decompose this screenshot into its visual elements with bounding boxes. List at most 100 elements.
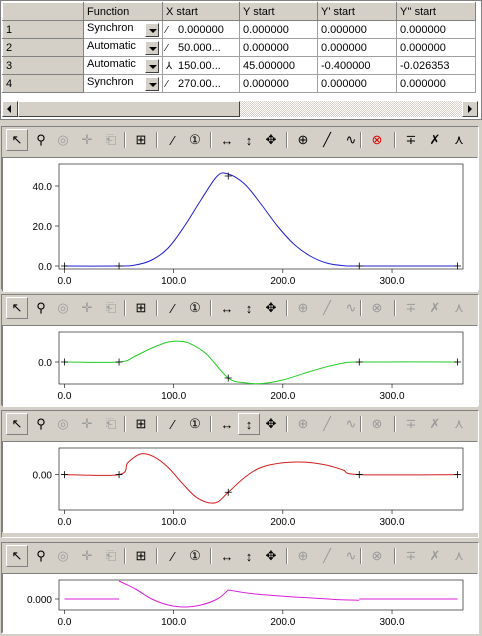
table-row[interactable]: 4 Synchron ⁄ 270.00... 0.000000 0.000000 0.000… (2, 74, 476, 93)
copy-icon[interactable]: ⎗ (100, 297, 122, 319)
line-icon[interactable]: ╱ (316, 129, 338, 151)
curve-point-marker[interactable] (115, 358, 123, 366)
pointer-icon[interactable]: ↖ (6, 129, 28, 151)
acceleration-plot[interactable]: 0.00 0.0 100.0 200.0 300.0 (2, 441, 478, 533)
curve-icon[interactable]: ∿ (340, 413, 362, 435)
zoom-y-icon[interactable]: ↕ (238, 129, 260, 151)
position-curve[interactable] (64, 172, 458, 267)
row-number[interactable]: 2 (2, 38, 84, 57)
y1-start-cell[interactable]: -0.400000 (317, 56, 397, 75)
zoom-out-icon[interactable]: ◎ (52, 413, 74, 435)
delete-icon[interactable]: ⊗ (366, 545, 388, 567)
delete-icon[interactable]: ⊗ (366, 413, 388, 435)
table-row[interactable]: 1 Synchron ⁄ 0.000000 0.000000 0.000000 0.0000… (2, 20, 476, 39)
zoom-out-icon[interactable]: ◎ (52, 129, 74, 151)
zoom-icon[interactable]: ⚲ (30, 545, 52, 567)
position-chart[interactable]: 0.0 20.0 40.0 0.0 100.0 200.0 300.0 (3, 158, 477, 291)
cut-icon[interactable]: ✗ (424, 413, 446, 435)
velocity-plot[interactable]: 0.0 0.0 100.0 200.0 300.0 (2, 325, 478, 407)
add-point-icon[interactable]: ⊕ (292, 129, 314, 151)
delete-icon[interactable]: ⊗ (366, 297, 388, 319)
add-point-icon[interactable]: ⊕ (292, 413, 314, 435)
y-start-cell[interactable]: 0.000000 (239, 74, 318, 93)
point-number-icon[interactable]: ① (184, 129, 206, 151)
delete-icon[interactable]: ⊗ (366, 129, 388, 151)
zoom-x-icon[interactable]: ↔ (216, 545, 238, 567)
zoom-y-icon[interactable]: ↕ (238, 413, 260, 435)
row-number[interactable]: 3 (2, 56, 84, 75)
pointer-icon[interactable]: ↖ (6, 297, 28, 319)
jerk-plot[interactable]: 0.000 0.0 100.0 200.0 300.0 (2, 573, 478, 633)
copy-icon[interactable]: ⎗ (100, 413, 122, 435)
jerk-curve[interactable] (228, 589, 360, 601)
function-cell[interactable]: Automatic (83, 56, 163, 75)
y2-start-cell[interactable]: 0.000000 (396, 74, 476, 93)
zoom-xy-icon[interactable]: ✥ (260, 129, 282, 151)
function-cell[interactable]: Synchron (83, 74, 163, 93)
curve-point-marker[interactable] (355, 471, 363, 479)
row-number[interactable]: 4 (2, 74, 84, 93)
line-icon[interactable]: ╱ (316, 413, 338, 435)
zoom-icon[interactable]: ⚲ (30, 413, 52, 435)
zoom-icon[interactable]: ⚲ (30, 297, 52, 319)
curve-point-marker[interactable] (355, 262, 363, 270)
y2-start-cell[interactable]: 0.000000 (396, 20, 476, 39)
cut-icon[interactable]: ✗ (424, 545, 446, 567)
curve-point-marker[interactable] (60, 471, 68, 479)
zoom-x-icon[interactable]: ↔ (216, 129, 238, 151)
tangent-icon[interactable]: ∕ (162, 297, 184, 319)
y2-start-cell[interactable]: 0.000000 (396, 38, 476, 57)
grid-icon[interactable]: ⊞ (130, 413, 152, 435)
function-cell[interactable]: Synchron (83, 20, 163, 39)
zoom-out-icon[interactable]: ◎ (52, 297, 74, 319)
y1-start-cell[interactable]: 0.000000 (317, 38, 397, 57)
zoom-x-icon[interactable]: ↔ (216, 297, 238, 319)
grid-icon[interactable]: ⊞ (130, 129, 152, 151)
pointer-icon[interactable]: ↖ (6, 545, 28, 567)
split-icon[interactable]: ∓ (400, 297, 422, 319)
add-point-icon[interactable]: ⊕ (292, 545, 314, 567)
y-start-cell[interactable]: 0.000000 (239, 20, 318, 39)
curve-icon[interactable]: ∿ (340, 545, 362, 567)
table-row[interactable]: 3 Automatic ⅄ 150.00... 45.000000 -0.400000 -0… (2, 56, 476, 75)
col-header-y1-start[interactable]: Y' start (317, 2, 397, 21)
y-start-cell[interactable]: 0.000000 (239, 38, 318, 57)
add-point-icon[interactable]: ⊕ (292, 297, 314, 319)
tangent-icon[interactable]: ∕ (162, 129, 184, 151)
grid-icon[interactable]: ⊞ (130, 545, 152, 567)
cut-icon[interactable]: ✗ (424, 129, 446, 151)
table-row[interactable]: 2 Automatic ⁄ 50.000... 0.000000 0.000000 0.00… (2, 38, 476, 57)
y1-start-cell[interactable]: 0.000000 (317, 74, 397, 93)
row-number[interactable]: 1 (2, 20, 84, 39)
curve-point-marker[interactable] (115, 262, 123, 270)
x-start-cell[interactable]: ⁄ 50.000... (162, 38, 240, 57)
curve-point-marker[interactable] (355, 358, 363, 366)
y-start-cell[interactable]: 45.000000 (239, 56, 318, 75)
curve-icon[interactable]: ∿ (340, 297, 362, 319)
pan-icon[interactable]: ✛ (76, 297, 98, 319)
split-icon[interactable]: ∓ (400, 129, 422, 151)
acceleration-curve[interactable] (64, 453, 458, 504)
function-dropdown-button[interactable] (145, 77, 159, 91)
point-number-icon[interactable]: ① (184, 297, 206, 319)
curve-point-marker[interactable] (454, 358, 462, 366)
cut-icon[interactable]: ✗ (424, 297, 446, 319)
pointer-icon[interactable]: ↖ (6, 413, 28, 435)
copy-icon[interactable]: ⎗ (100, 545, 122, 567)
function-cell[interactable]: Automatic (83, 38, 163, 57)
tangent-icon[interactable]: ∕ (162, 413, 184, 435)
function-dropdown-button[interactable] (145, 41, 159, 55)
zoom-y-icon[interactable]: ↕ (238, 297, 260, 319)
curve-point-marker[interactable] (454, 262, 462, 270)
zoom-y-icon[interactable]: ↕ (238, 545, 260, 567)
fork-icon[interactable]: ⋏ (448, 413, 470, 435)
curve-point-marker[interactable] (60, 358, 68, 366)
line-icon[interactable]: ╱ (316, 297, 338, 319)
curve-icon[interactable]: ∿ (340, 129, 362, 151)
fork-icon[interactable]: ⋏ (448, 297, 470, 319)
zoom-icon[interactable]: ⚲ (30, 129, 52, 151)
point-number-icon[interactable]: ① (184, 413, 206, 435)
fork-icon[interactable]: ⋏ (448, 545, 470, 567)
y1-start-cell[interactable]: 0.000000 (317, 20, 397, 39)
scroll-thumb[interactable] (18, 101, 240, 117)
